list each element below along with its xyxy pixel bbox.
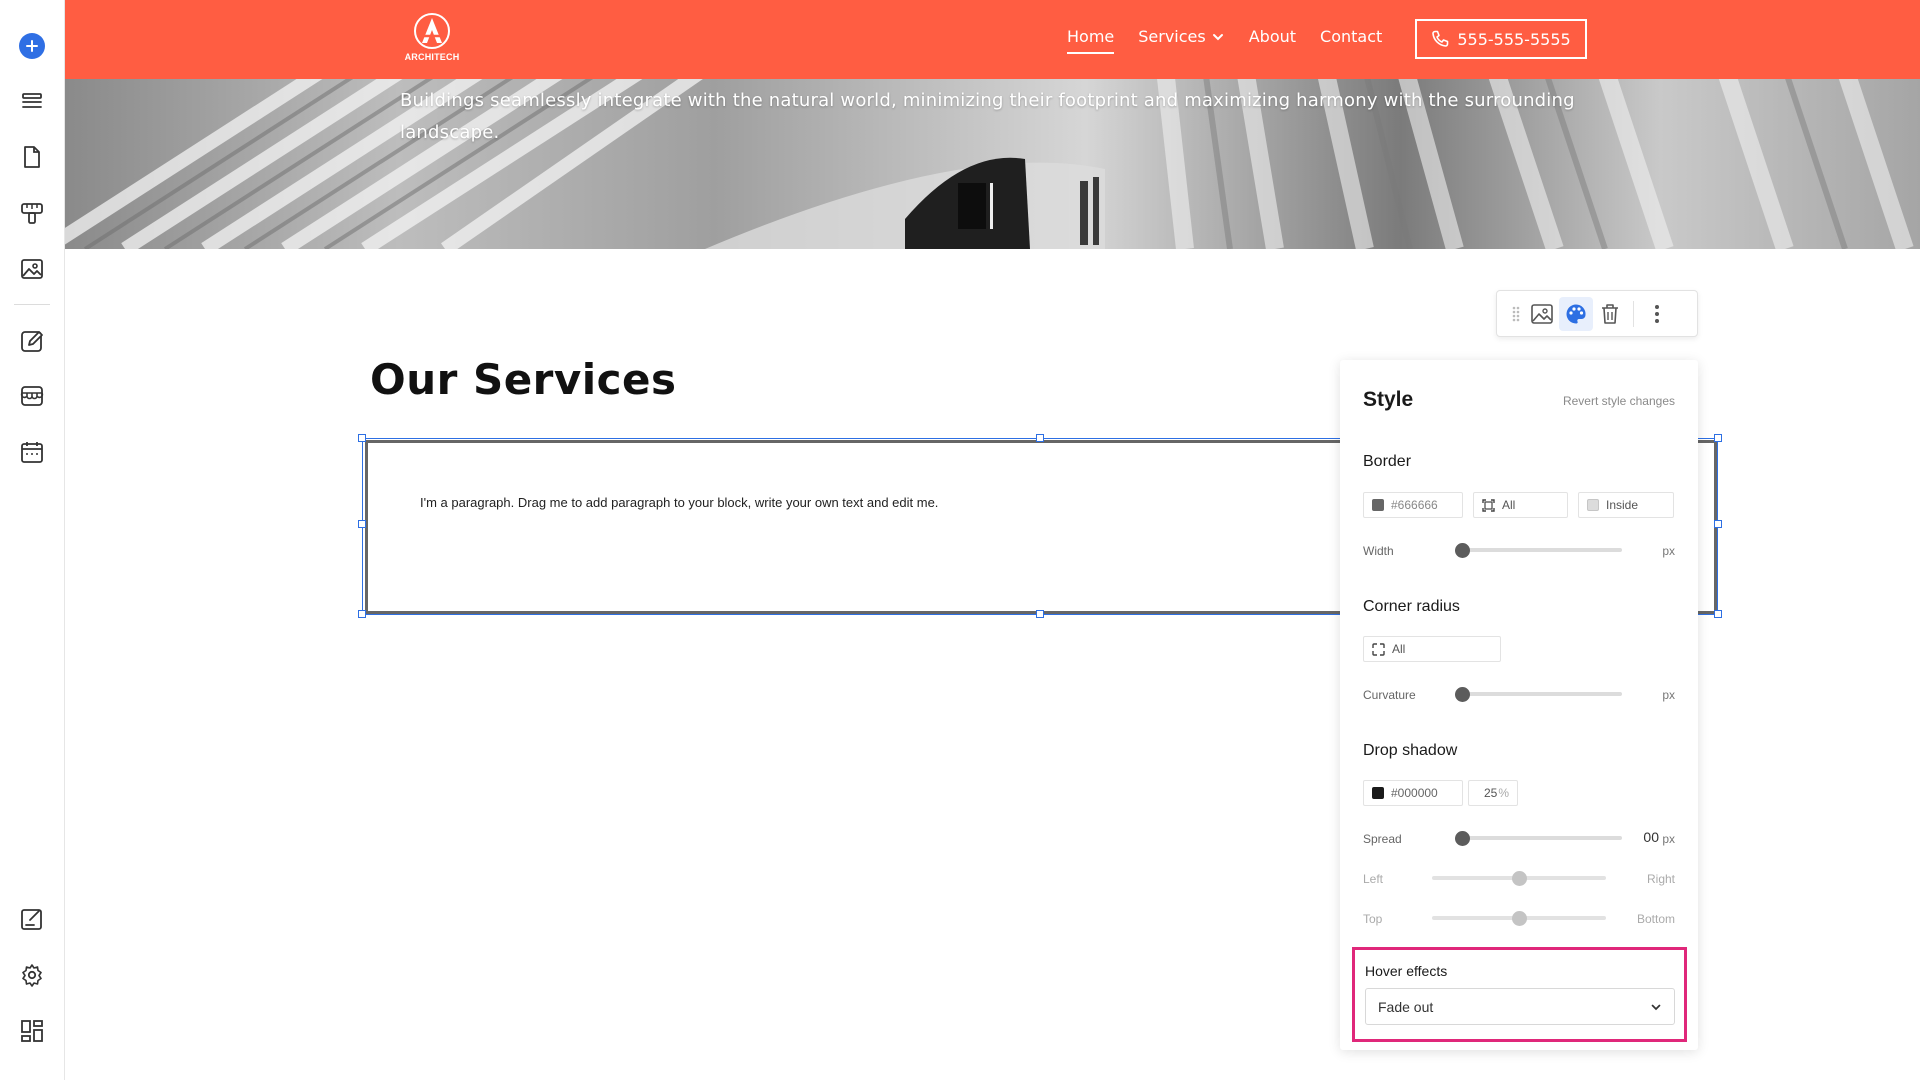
shadow-left-label: Left xyxy=(1363,872,1384,886)
curvature-slider[interactable] xyxy=(1462,692,1622,696)
border-sides-select[interactable]: All xyxy=(1473,492,1568,518)
border-all-icon xyxy=(1482,498,1495,512)
resize-handle-top-left[interactable] xyxy=(358,434,366,442)
panel-title: Style xyxy=(1363,388,1414,411)
revert-style-button[interactable]: Revert style changes xyxy=(1563,394,1675,408)
resize-handle-bottom-right[interactable] xyxy=(1714,610,1722,618)
border-width-slider[interactable] xyxy=(1462,548,1622,552)
add-icon[interactable] xyxy=(19,33,45,59)
logo-text: ARCHITECH xyxy=(404,52,460,62)
paint-roller-icon[interactable] xyxy=(17,198,47,228)
curvature-thumb[interactable] xyxy=(1455,687,1470,702)
shadow-vertical-thumb[interactable] xyxy=(1512,911,1527,926)
nav-label: Contact xyxy=(1320,27,1383,46)
drag-handle-icon[interactable] xyxy=(1507,297,1525,331)
site-logo[interactable]: ARCHITECH xyxy=(400,12,464,68)
palette-icon[interactable] xyxy=(1559,296,1593,331)
nav-item-about[interactable]: About xyxy=(1249,27,1296,46)
image-icon[interactable] xyxy=(17,254,47,284)
page-icon[interactable] xyxy=(17,142,47,172)
shadow-opacity-field[interactable]: 25 % xyxy=(1468,780,1518,806)
resize-handle-top[interactable] xyxy=(1036,434,1044,442)
shadow-opacity-value: 25 xyxy=(1483,786,1498,800)
hero-section: Buildings seamlessly integrate with the … xyxy=(65,79,1920,249)
shadow-right-label: Right xyxy=(1646,872,1675,886)
hover-effects-select[interactable]: Fade out xyxy=(1365,988,1675,1025)
site-header: ARCHITECH Home Services About Contact 55… xyxy=(65,0,1920,79)
shadow-bottom-label: Bottom xyxy=(1636,912,1675,926)
hover-effects-label: Hover effects xyxy=(1365,963,1448,979)
block-toolbar xyxy=(1496,290,1698,337)
chevron-down-icon xyxy=(1651,1004,1661,1010)
more-icon[interactable] xyxy=(1640,297,1674,331)
paragraph-text[interactable]: I'm a paragraph. Drag me to add paragrap… xyxy=(420,495,938,510)
shadow-color-swatch xyxy=(1372,787,1384,799)
border-width-label: Width xyxy=(1363,544,1394,558)
nav-item-contact[interactable]: Contact xyxy=(1320,27,1382,46)
corners-all-icon xyxy=(1372,642,1385,656)
nav-item-services[interactable]: Services xyxy=(1138,27,1224,46)
trash-icon[interactable] xyxy=(1593,297,1627,331)
border-color-field[interactable]: #666666 xyxy=(1363,492,1463,518)
calendar-icon[interactable] xyxy=(17,437,47,467)
nav-label: About xyxy=(1248,27,1297,46)
editor-sidebar xyxy=(0,0,65,1080)
shadow-color-field[interactable]: #000000 xyxy=(1363,780,1463,806)
curvature-unit: px xyxy=(1662,688,1675,702)
nav-label: Home xyxy=(1067,27,1115,46)
resize-handle-bottom[interactable] xyxy=(1036,610,1044,618)
phone-number: 555-555-5555 xyxy=(1457,29,1571,49)
border-color-value: #666666 xyxy=(1391,498,1438,512)
border-width-thumb[interactable] xyxy=(1455,543,1470,558)
shadow-color-value: #000000 xyxy=(1391,786,1438,800)
spread-label: Spread xyxy=(1363,832,1402,846)
nav-label: Services xyxy=(1138,27,1206,46)
image-icon[interactable] xyxy=(1525,297,1559,331)
hero-text: Buildings seamlessly integrate with the … xyxy=(400,90,1575,143)
store-icon[interactable] xyxy=(17,381,47,411)
spread-slider[interactable] xyxy=(1462,836,1622,840)
border-inside-icon xyxy=(1587,499,1599,511)
border-sides-value: All xyxy=(1502,498,1516,512)
main-nav: Home Services About Contact xyxy=(1067,27,1406,54)
nav-item-home[interactable]: Home xyxy=(1067,27,1115,54)
rail-divider xyxy=(14,304,50,305)
border-color-swatch xyxy=(1372,499,1384,511)
spread-thumb[interactable] xyxy=(1455,831,1470,846)
border-position-value: Inside xyxy=(1606,498,1639,512)
phone-button[interactable]: 555-555-5555 xyxy=(1415,19,1587,59)
border-position-select[interactable]: Inside xyxy=(1578,492,1674,518)
spread-unit: px xyxy=(1662,832,1675,846)
corner-radius-heading: Corner radius xyxy=(1363,598,1460,615)
resize-handle-right[interactable] xyxy=(1714,520,1722,528)
curvature-label: Curvature xyxy=(1363,688,1416,702)
logo-mark-icon xyxy=(414,13,450,49)
design-icon[interactable] xyxy=(17,904,47,934)
section-title[interactable]: Our Services xyxy=(370,355,677,404)
layers-icon[interactable] xyxy=(17,86,47,116)
toolbar-divider xyxy=(1633,300,1634,327)
resize-handle-top-right[interactable] xyxy=(1714,434,1722,442)
resize-handle-left[interactable] xyxy=(358,520,366,528)
shadow-horizontal-thumb[interactable] xyxy=(1512,871,1527,886)
apps-icon[interactable] xyxy=(17,1016,47,1046)
border-width-unit: px xyxy=(1662,544,1675,558)
spread-value[interactable]: 00 xyxy=(1643,829,1659,845)
phone-icon xyxy=(1432,30,1449,47)
resize-handle-bottom-left[interactable] xyxy=(358,610,366,618)
border-heading: Border xyxy=(1363,453,1412,470)
settings-icon[interactable] xyxy=(17,960,47,990)
shadow-opacity-unit: % xyxy=(1498,786,1509,800)
drop-shadow-heading: Drop shadow xyxy=(1363,742,1458,759)
corner-radius-select[interactable]: All xyxy=(1363,636,1501,662)
hover-effects-value: Fade out xyxy=(1378,998,1434,1015)
edit-icon[interactable] xyxy=(17,326,47,356)
corner-radius-value: All xyxy=(1392,642,1406,656)
chevron-down-icon xyxy=(1212,33,1223,40)
shadow-top-label: Top xyxy=(1363,912,1383,926)
